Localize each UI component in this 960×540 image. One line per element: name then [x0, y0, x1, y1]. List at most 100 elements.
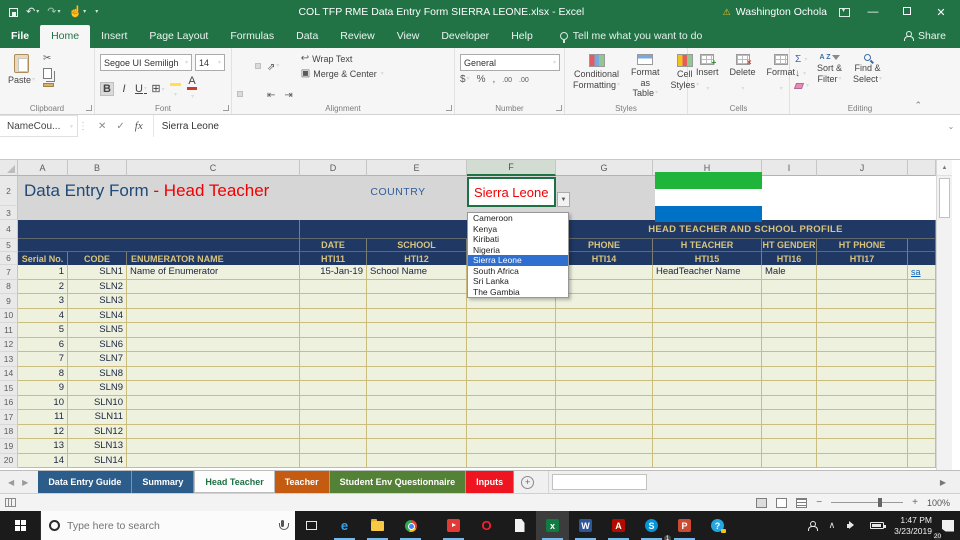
column-header-i[interactable]: I	[762, 160, 817, 176]
cell-email[interactable]	[467, 352, 556, 367]
cell-gender[interactable]	[762, 352, 817, 367]
cell-gender[interactable]	[762, 308, 817, 323]
row-header-3[interactable]: 3	[0, 206, 18, 220]
align-center-icon[interactable]	[246, 91, 252, 97]
cell-ht-phone[interactable]	[817, 352, 908, 367]
dropdown-option[interactable]: Kenya	[468, 224, 568, 235]
cell[interactable]	[908, 176, 936, 206]
ribbon-tab[interactable]: Review	[329, 25, 385, 48]
column-header-e[interactable]: E	[367, 160, 467, 176]
cell-ht-phone[interactable]	[817, 424, 908, 439]
cell-gender[interactable]	[762, 337, 817, 352]
sheet-tab[interactable]: Head Teacher	[194, 471, 275, 493]
cell-code[interactable]: SLN4	[68, 308, 127, 323]
ribbon-tab[interactable]: Help	[500, 25, 544, 48]
cell-enumerator-name[interactable]	[127, 294, 300, 309]
acrobat-button[interactable]: A	[602, 511, 635, 540]
percent-style-icon[interactable]: %	[477, 75, 486, 85]
skype-button[interactable]: S1	[635, 511, 672, 540]
save-icon[interactable]	[9, 7, 18, 17]
redo-icon[interactable]: ↷	[47, 6, 60, 18]
row-header[interactable]: 17	[0, 410, 18, 425]
cell-gender[interactable]: Male	[762, 265, 817, 280]
cell-code[interactable]: SLN8	[68, 366, 127, 381]
formula-input[interactable]: Sierra Leone	[154, 115, 942, 137]
cell-ht-phone[interactable]	[817, 294, 908, 309]
increase-decimal-icon[interactable]: .00	[502, 77, 512, 84]
cell-hyperlink[interactable]	[908, 381, 936, 396]
clear-button[interactable]	[793, 82, 809, 89]
cell-gender[interactable]	[762, 439, 817, 454]
cell-date[interactable]	[300, 323, 367, 338]
cell-email[interactable]	[467, 410, 556, 425]
select-all-corner[interactable]	[0, 160, 18, 176]
cell-phone[interactable]	[556, 424, 653, 439]
cell-email[interactable]	[467, 308, 556, 323]
cell-gender[interactable]	[762, 279, 817, 294]
cell-school[interactable]	[367, 424, 467, 439]
cell-date[interactable]	[300, 337, 367, 352]
copy-icon[interactable]	[43, 68, 53, 79]
cell-serial[interactable]: 12	[18, 424, 68, 439]
cell-school[interactable]	[367, 279, 467, 294]
cell-gender[interactable]	[762, 294, 817, 309]
cell-hyperlink[interactable]	[908, 337, 936, 352]
header-hti12[interactable]: HTI12	[367, 252, 467, 265]
header-code[interactable]: CODE	[68, 252, 127, 265]
cell-head-teacher[interactable]	[653, 352, 762, 367]
undo-icon[interactable]: ↶	[26, 6, 39, 18]
cell-gender[interactable]	[762, 453, 817, 468]
number-dialog-launcher[interactable]	[556, 105, 562, 111]
cell-head-teacher[interactable]	[653, 453, 762, 468]
increase-indent-icon[interactable]: ⇥	[281, 82, 295, 106]
cell-email[interactable]	[467, 395, 556, 410]
normal-view-icon[interactable]	[756, 497, 768, 508]
cell-date[interactable]: 15-Jan-19	[300, 265, 367, 280]
restore-button[interactable]	[896, 6, 918, 18]
new-sheet-button[interactable]: +	[521, 471, 535, 493]
file-explorer-button[interactable]	[361, 511, 394, 540]
cell-date[interactable]	[300, 308, 367, 323]
accounting-format-icon[interactable]: $	[460, 75, 470, 85]
cell[interactable]	[18, 239, 300, 252]
cell-enumerator-name[interactable]	[127, 308, 300, 323]
sheet-tab[interactable]: Data Entry Guide	[38, 471, 133, 493]
cell-ht-phone[interactable]	[817, 395, 908, 410]
opera-button[interactable]: O	[470, 511, 503, 540]
cell-serial[interactable]: 2	[18, 279, 68, 294]
zoom-in-icon[interactable]: +	[912, 497, 918, 508]
row-header[interactable]: 19	[0, 439, 18, 454]
page-layout-view-icon[interactable]	[776, 497, 788, 508]
cell-head-teacher[interactable]	[653, 308, 762, 323]
cell[interactable]	[908, 239, 936, 252]
header-hti11[interactable]: HTI11	[300, 252, 367, 265]
row-header-2[interactable]: 2	[0, 176, 18, 206]
cell-date[interactable]	[300, 410, 367, 425]
sheet-nav-left-icon[interactable]: ◀	[8, 478, 14, 487]
ribbon-tab[interactable]: View	[386, 25, 431, 48]
cell-hyperlink[interactable]	[908, 279, 936, 294]
cell-serial[interactable]: 7	[18, 352, 68, 367]
section-header-cell[interactable]: HEAD TEACHER AND SCHOOL PROFILE	[556, 220, 936, 239]
sheet-nav-right-icon[interactable]: ▶	[22, 478, 28, 487]
close-button[interactable]: ✕	[930, 6, 952, 19]
cell[interactable]	[556, 206, 653, 220]
cell-code[interactable]: SLN13	[68, 439, 127, 454]
cell[interactable]	[817, 176, 908, 206]
search-input[interactable]	[67, 519, 227, 532]
country-cell-selected[interactable]: Sierra Leone	[467, 177, 556, 207]
cell[interactable]	[18, 220, 300, 239]
header-hti17[interactable]: HTI17	[817, 252, 908, 265]
cell-date[interactable]	[300, 352, 367, 367]
cell-school[interactable]	[367, 453, 467, 468]
minimize-button[interactable]: —	[862, 6, 884, 18]
insert-cells-button[interactable]: + Insert	[693, 52, 722, 101]
zoom-slider-thumb[interactable]	[878, 498, 883, 507]
wrap-text-button[interactable]: ↩ Wrap Text	[301, 54, 384, 65]
row-header[interactable]: 15	[0, 381, 18, 396]
cell-date[interactable]	[300, 366, 367, 381]
row-header-6[interactable]: 6	[0, 252, 18, 265]
expand-formula-bar-icon[interactable]: ⌄	[942, 115, 960, 137]
cell[interactable]	[908, 252, 936, 265]
cell-hyperlink[interactable]	[908, 439, 936, 454]
